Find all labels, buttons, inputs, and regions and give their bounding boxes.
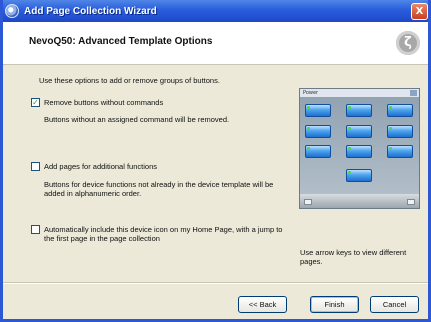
- home-icon-label[interactable]: Automatically include this device icon o…: [44, 225, 294, 243]
- back-button[interactable]: << Back: [238, 296, 287, 313]
- wizard-window: Add Page Collection Wizard X NevoQ50: Ad…: [0, 0, 431, 322]
- wizard-header: NevoQ50: Advanced Template Options ζ: [3, 22, 428, 65]
- add-pages-label[interactable]: Add pages for additional functions: [44, 162, 284, 171]
- window-title: Add Page Collection Wizard: [24, 5, 157, 17]
- logo-icon: ζ: [396, 31, 420, 55]
- preview-button: [346, 169, 372, 182]
- preview-button: [387, 104, 413, 117]
- left-arrow-icon: [304, 199, 312, 205]
- remove-buttons-label[interactable]: Remove buttons without commands: [44, 98, 284, 107]
- remove-buttons-description: Buttons without an assigned command will…: [44, 115, 230, 124]
- close-button[interactable]: X: [411, 3, 428, 20]
- cancel-button[interactable]: Cancel: [370, 296, 419, 313]
- app-icon: [5, 4, 19, 18]
- home-icon-checkbox[interactable]: [31, 225, 40, 234]
- preview-button: [346, 145, 372, 158]
- preview-button: [387, 145, 413, 158]
- footer-divider: [3, 282, 428, 284]
- page-preview: Power: [299, 88, 420, 209]
- preview-title: Power: [300, 89, 419, 97]
- preview-button: [305, 104, 331, 117]
- preview-button: [387, 125, 413, 138]
- dropdown-arrow-icon: [410, 90, 417, 96]
- preview-button: [305, 125, 331, 138]
- add-pages-description: Buttons for device functions not already…: [44, 180, 274, 198]
- title-bar[interactable]: Add Page Collection Wizard X: [3, 0, 428, 22]
- preview-hint: Use arrow keys to view different pages.: [300, 248, 407, 266]
- add-pages-checkbox[interactable]: [31, 162, 40, 171]
- finish-button[interactable]: Finish: [310, 296, 359, 313]
- preview-button: [346, 125, 372, 138]
- preview-button: [305, 145, 331, 158]
- preview-button: [346, 104, 372, 117]
- intro-text: Use these options to add or remove group…: [39, 76, 220, 85]
- preview-nav-bar: [300, 194, 419, 208]
- remove-buttons-checkbox[interactable]: ✓: [31, 98, 40, 107]
- page-title: NevoQ50: Advanced Template Options: [29, 36, 213, 47]
- check-mark-icon: ✓: [32, 98, 39, 107]
- right-arrow-icon: [407, 199, 415, 205]
